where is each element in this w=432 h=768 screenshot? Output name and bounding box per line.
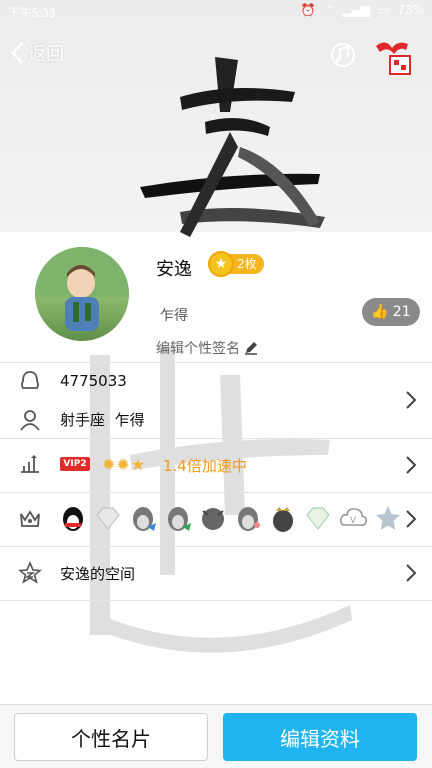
divider <box>0 546 432 547</box>
qzone-star-icon <box>18 561 42 584</box>
signature-label: 编辑个性签名 <box>156 341 240 357</box>
battery-level: 73% <box>397 3 424 17</box>
wifi-icon: ◠ <box>323 3 335 17</box>
back-button[interactable]: 返回 <box>10 40 64 66</box>
diamond-love-icon <box>96 507 120 530</box>
space-label: 安逸的空间 <box>60 565 136 583</box>
badge-list: V <box>58 503 403 533</box>
star-icon <box>376 506 400 530</box>
cover-calligraphy <box>140 57 325 237</box>
cloud-v-icon: V <box>340 508 367 526</box>
person-icon <box>20 410 40 431</box>
penguin-crown-icon <box>273 507 293 532</box>
divider <box>0 600 432 601</box>
status-time: 下午5:33 <box>8 6 56 20</box>
child-photo-icon <box>35 247 129 331</box>
profile-nickname: 乍得 <box>160 308 188 324</box>
zodiac: 射手座 <box>60 411 106 429</box>
level-suns: ✹ ✹ ★ <box>102 455 145 474</box>
penguin-grey-icon <box>133 507 156 531</box>
diamond-green-icon <box>306 507 330 530</box>
penguin-wolf-icon <box>202 508 224 530</box>
qq-number: 4775033 <box>60 372 127 390</box>
like-count: 21 <box>392 304 411 320</box>
divider <box>0 492 432 493</box>
qr-code-icon[interactable] <box>372 38 416 78</box>
back-label: 返回 <box>28 44 64 65</box>
signature-edit[interactable]: 编辑个性签名 <box>156 338 258 358</box>
music-icon[interactable] <box>328 40 358 70</box>
bottom-action-bar: 个性名片 编辑资料 <box>0 704 432 768</box>
signal-icon: ▂▄▆ <box>342 3 370 17</box>
alarm-icon: ⏰ <box>300 3 316 17</box>
profile-name: 安逸 <box>156 259 192 280</box>
sun-icon: ✹ <box>116 455 130 474</box>
penguin-red-icon <box>63 507 83 531</box>
like-button[interactable]: 👍 21 <box>362 298 420 326</box>
chevron-left-icon <box>11 42 23 64</box>
svg-text:V: V <box>350 515 356 525</box>
penguin-outline-icon <box>21 371 39 389</box>
divider <box>0 438 432 439</box>
penguin-green-icon <box>168 507 191 531</box>
sun-icon: ✹ <box>102 455 116 474</box>
vip-badge: VIP2 <box>60 457 90 471</box>
star-icon: ★ <box>130 455 146 474</box>
avatar[interactable] <box>30 242 134 346</box>
location: 乍得 <box>114 411 145 429</box>
bar-chart-icon <box>21 455 39 473</box>
profile-card-button[interactable]: 个性名片 <box>14 713 208 761</box>
chevron-right-icon <box>406 564 417 582</box>
speed-status: 1.4倍加速中 <box>163 457 247 475</box>
chevron-right-icon <box>406 391 417 409</box>
edit-profile-button[interactable]: 编辑资料 <box>223 713 417 761</box>
crown-outline-icon <box>20 510 40 527</box>
status-bar: 下午5:33 ⏰ ◠ ▂▄▆ ▭ 73% <box>0 0 432 24</box>
divider <box>0 362 432 363</box>
level-badge[interactable]: ★ 2枚 <box>208 251 264 277</box>
chevron-right-icon <box>406 510 417 528</box>
battery-icon: ▭ <box>377 3 390 17</box>
pencil-icon <box>245 342 257 355</box>
top-nav: 返回 <box>0 30 432 78</box>
profile-screen: 下午5:33 ⏰ ◠ ▂▄▆ ▭ 73% 返回 安逸 ★ 2枚 乍得 👍 21 … <box>0 0 432 768</box>
avatar-photo <box>35 247 129 341</box>
chevron-right-icon <box>406 456 417 474</box>
crown-icon: ★ <box>208 251 234 277</box>
thumbs-up-icon: 👍 <box>371 304 389 320</box>
penguin-hat-icon <box>238 507 260 531</box>
